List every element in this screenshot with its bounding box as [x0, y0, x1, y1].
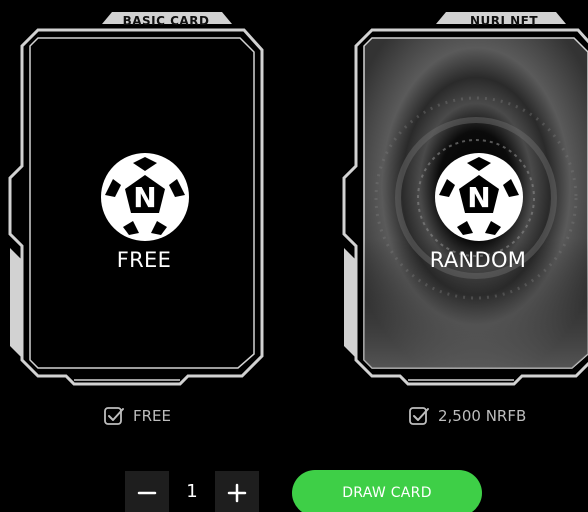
price-label: 2,500 NRFB [438, 407, 527, 425]
minus-icon [137, 491, 157, 495]
card-title: FREE [116, 248, 172, 272]
plus-icon [227, 483, 247, 503]
basic-card-price: FREE [103, 403, 171, 429]
card-type-label: NURI NFT [469, 14, 539, 28]
check-square-icon [104, 407, 124, 425]
draw-card-button[interactable]: DRAW CARD [292, 470, 482, 512]
nuri-nft-card[interactable]: NURI NFT N RANDOM [338, 8, 588, 388]
soccer-ball-logo-icon: N [101, 153, 189, 241]
logo-letter: N [467, 181, 490, 214]
quantity-increase-button[interactable] [215, 471, 259, 512]
quantity-value: 1 [186, 481, 198, 502]
basic-card[interactable]: BASIC CARD N FREE [4, 8, 264, 388]
soccer-ball-logo-icon: N [435, 153, 523, 241]
card-type-label: BASIC CARD [122, 14, 210, 28]
card-draw-screen: BASIC CARD N FREE NURI NFT N RANDOM FREE… [0, 0, 588, 512]
logo-letter: N [133, 181, 156, 214]
quantity-decrease-button[interactable] [125, 471, 169, 512]
price-label: FREE [133, 407, 172, 425]
card-title: RANDOM [429, 248, 527, 272]
nuri-nft-card-price: 2,500 NRFB [408, 403, 526, 429]
check-square-icon [409, 407, 429, 425]
